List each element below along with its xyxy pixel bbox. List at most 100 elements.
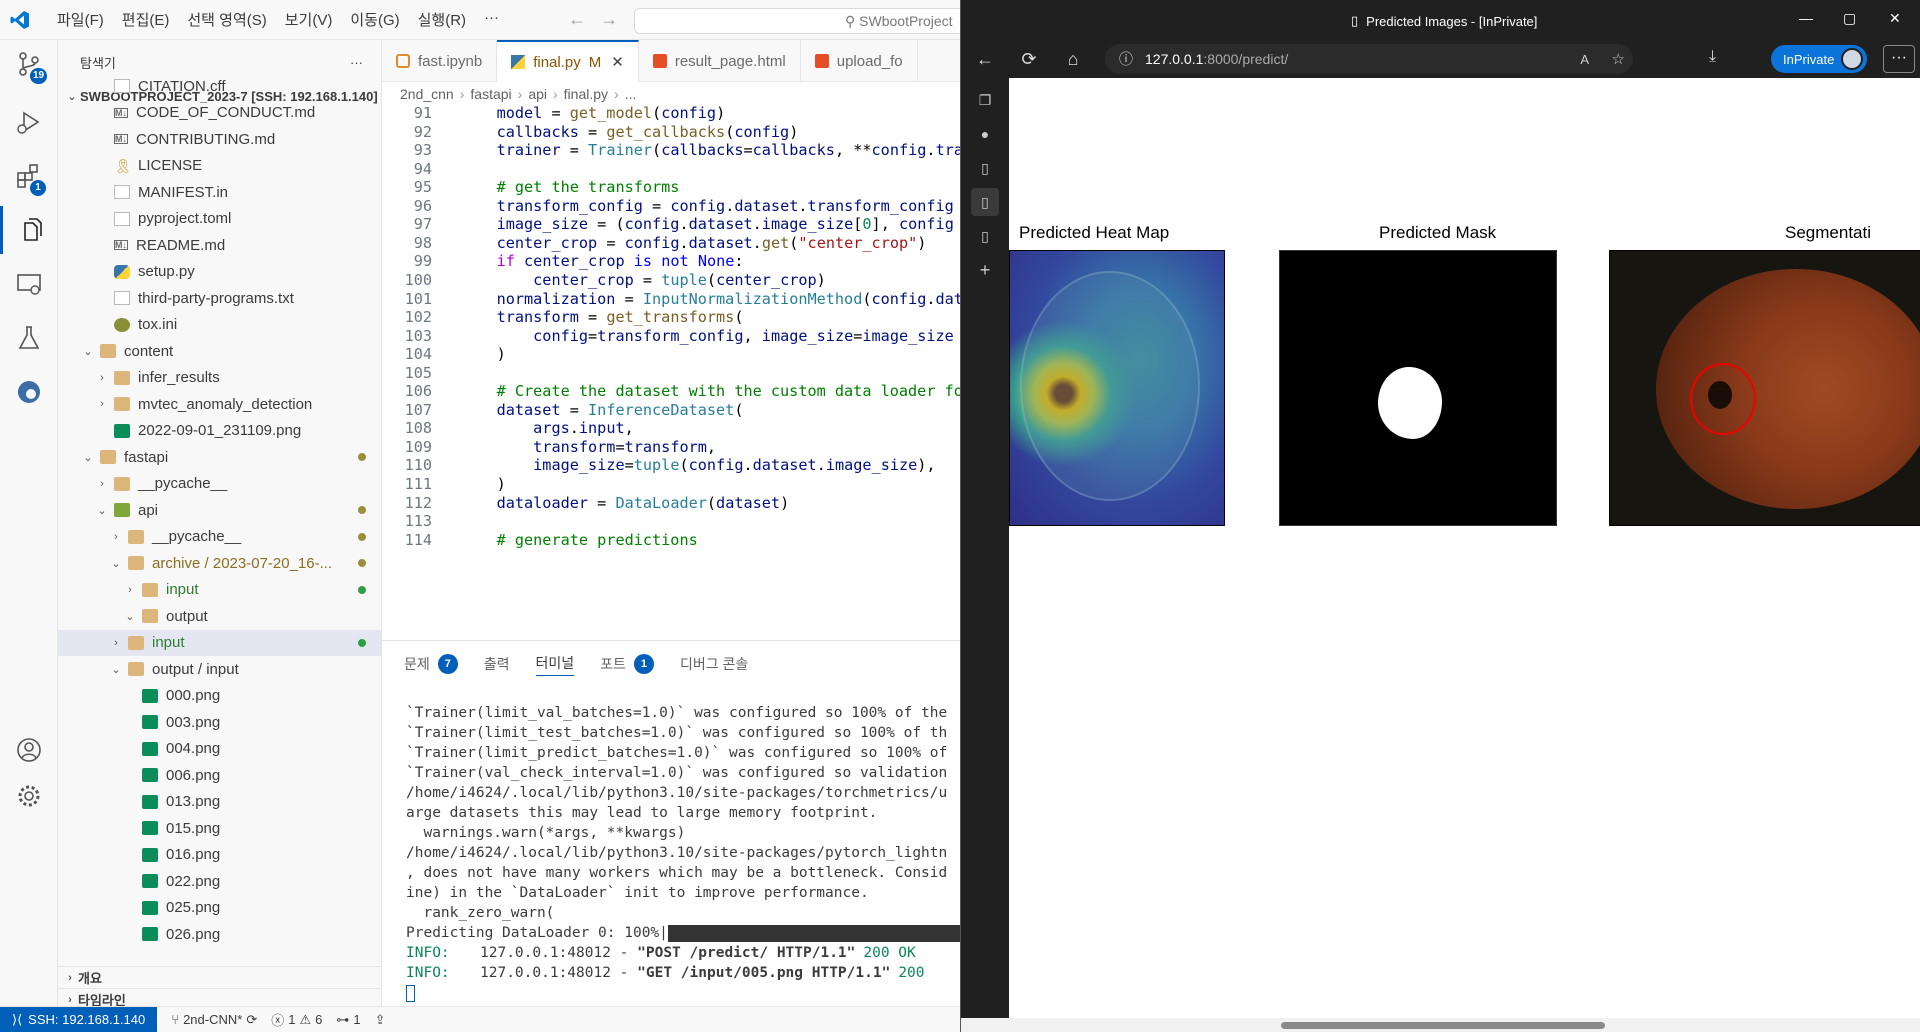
tree-item[interactable]: 026.png bbox=[58, 921, 381, 948]
inprivate-button[interactable]: InPrivate bbox=[1771, 45, 1867, 73]
command-center-search[interactable]: ⚲ SWbootProject bbox=[634, 8, 960, 34]
tree-item[interactable]: › infer_results bbox=[58, 365, 381, 392]
tree-item[interactable]: 025.png bbox=[58, 895, 381, 922]
terminal-output[interactable]: `Trainer(limit_val_batches=1.0)` was con… bbox=[406, 703, 960, 1003]
tree-item[interactable]: › input bbox=[58, 629, 381, 656]
tree-item[interactable]: pyproject.toml bbox=[58, 206, 381, 233]
read-aloud-icon[interactable]: A bbox=[1580, 52, 1589, 67]
tree-item[interactable]: › input bbox=[58, 577, 381, 604]
browser-menu-button[interactable]: ··· bbox=[1883, 45, 1915, 73]
favorite-star-icon[interactable]: ☆ bbox=[1612, 50, 1625, 68]
ports-indicator[interactable]: ⊶ 1 bbox=[336, 1012, 360, 1028]
remote-explorer-icon[interactable] bbox=[0, 260, 58, 308]
tree-item[interactable]: ⌄ fastapi bbox=[58, 444, 381, 471]
tree-item[interactable]: MANIFEST.in bbox=[58, 179, 381, 206]
back-icon[interactable]: ← bbox=[963, 49, 1007, 70]
chevron-down-icon: ⌄ bbox=[97, 504, 107, 517]
forward-arrow-icon[interactable]: → bbox=[600, 9, 618, 30]
live-share-icon[interactable]: ⇪ bbox=[375, 1012, 386, 1028]
testing-flask-icon[interactable] bbox=[0, 314, 58, 362]
close-icon[interactable]: ✕ bbox=[1889, 10, 1901, 27]
problems-indicator[interactable]: ⓧ 1 ⚠ 6 bbox=[271, 1010, 322, 1029]
menu-item[interactable]: 편집(E) bbox=[113, 9, 179, 30]
horizontal-scrollbar[interactable] bbox=[961, 1018, 1920, 1032]
tab-upload-fo[interactable]: upload_fo bbox=[801, 40, 918, 82]
panel-tab[interactable]: 문제 7 bbox=[404, 654, 458, 674]
source-control-icon[interactable]: 19 bbox=[0, 40, 58, 88]
tree-item[interactable]: 006.png bbox=[58, 762, 381, 789]
tree-item[interactable]: ⌄ content bbox=[58, 338, 381, 365]
menu-item[interactable]: ··· bbox=[475, 9, 508, 30]
close-tab-icon[interactable]: ✕ bbox=[611, 53, 624, 71]
outline-section[interactable]: › 개요 bbox=[58, 966, 381, 988]
tree-item[interactable]: M↓ README.md bbox=[58, 232, 381, 259]
code-text: # get the transforms bbox=[496, 178, 680, 197]
menu-item[interactable]: 실행(R) bbox=[409, 9, 475, 30]
account-icon[interactable] bbox=[0, 726, 58, 774]
tree-item[interactable]: 000.png bbox=[58, 683, 381, 710]
tree-item[interactable]: ⌄ output / input bbox=[58, 656, 381, 683]
menu-item[interactable]: 이동(G) bbox=[341, 9, 408, 30]
terminal-prompt[interactable] bbox=[406, 983, 960, 1003]
tree-item[interactable]: 015.png bbox=[58, 815, 381, 842]
download-icon[interactable]: ⤓ bbox=[1709, 48, 1716, 66]
tab-page-icon[interactable]: ▯ bbox=[971, 154, 999, 182]
tab-fast-ipynb[interactable]: fast.ipynb bbox=[382, 40, 498, 82]
back-arrow-icon[interactable]: ← bbox=[568, 9, 586, 30]
tab-icon[interactable]: ● bbox=[971, 120, 999, 148]
branch-indicator[interactable]: ⑂ 2nd-CNN* ⟳ bbox=[171, 1012, 257, 1028]
maximize-icon[interactable]: ▢ bbox=[1843, 10, 1856, 27]
menu-item[interactable]: 파일(F) bbox=[48, 9, 113, 30]
tab-result-page-html[interactable]: result_page.html bbox=[639, 40, 801, 82]
menu-item[interactable]: 선택 영역(S) bbox=[178, 9, 275, 30]
tree-item[interactable]: CITATION.cff bbox=[58, 73, 381, 100]
tree-item[interactable]: 004.png bbox=[58, 736, 381, 763]
tree-item[interactable]: ⌄ archive / 2023-07-20_16-... bbox=[58, 550, 381, 577]
explorer-more-button[interactable]: ··· bbox=[350, 55, 363, 70]
extensions-icon[interactable]: 1 bbox=[0, 152, 58, 200]
breadcrumb-item[interactable]: api bbox=[528, 86, 547, 102]
tree-item[interactable]: third-party-programs.txt bbox=[58, 285, 381, 312]
tree-item[interactable]: 013.png bbox=[58, 789, 381, 816]
code-view[interactable]: 91 model = get_model(config) 92 callbacks… bbox=[382, 104, 960, 640]
menu-item[interactable]: 보기(V) bbox=[276, 9, 342, 30]
tab-actions-icon[interactable]: ❐ bbox=[971, 86, 999, 114]
tab-final-py[interactable]: final.py M ✕ bbox=[497, 40, 639, 82]
tree-item[interactable]: › mvtec_anomaly_detection bbox=[58, 391, 381, 418]
tree-item[interactable]: ⌄ output bbox=[58, 603, 381, 630]
panel-tab[interactable]: 터미널 bbox=[535, 653, 575, 676]
timeline-section[interactable]: › 타임라인 bbox=[58, 988, 381, 1006]
minimize-icon[interactable]: — bbox=[1799, 10, 1813, 26]
breadcrumb-item[interactable]: fastapi bbox=[470, 86, 511, 102]
settings-gear-icon[interactable] bbox=[0, 772, 58, 820]
panel-tab[interactable]: 출력 bbox=[484, 654, 510, 674]
tree-item[interactable]: › __pycache__ bbox=[58, 471, 381, 498]
address-bar[interactable]: ⓘ 127.0.0.1:8000/predict/ ☆ A bbox=[1105, 44, 1633, 74]
new-tab-icon[interactable]: + bbox=[971, 256, 999, 284]
tree-item[interactable]: M↓ CONTRIBUTING.md bbox=[58, 126, 381, 153]
home-icon[interactable]: ⌂ bbox=[1051, 49, 1095, 70]
tree-item[interactable]: tox.ini bbox=[58, 312, 381, 339]
breadcrumb-item[interactable]: ... bbox=[625, 86, 637, 102]
panel-tab[interactable]: 포트 1 bbox=[600, 654, 654, 674]
tree-item[interactable]: 022.png bbox=[58, 868, 381, 895]
tree-item[interactable]: 🎗 LICENSE bbox=[58, 153, 381, 180]
tree-item[interactable]: setup.py bbox=[58, 259, 381, 286]
tree-item[interactable]: › __pycache__ bbox=[58, 524, 381, 551]
tree-item[interactable]: ⌄ api bbox=[58, 497, 381, 524]
tree-item[interactable]: 016.png bbox=[58, 842, 381, 869]
tab-page-active-icon[interactable]: ▯ bbox=[971, 188, 999, 216]
tree-item[interactable]: 2022-09-01_231109.png bbox=[58, 418, 381, 445]
tree-item[interactable]: M↓ CODE_OF_CONDUCT.md bbox=[58, 100, 381, 127]
panel-tab[interactable]: 디버그 콘솔 bbox=[680, 654, 748, 674]
explorer-icon[interactable] bbox=[0, 206, 58, 254]
breadcrumb-item[interactable]: 2nd_cnn bbox=[400, 86, 454, 102]
run-debug-icon[interactable] bbox=[0, 98, 58, 146]
tree-item[interactable]: 003.png bbox=[58, 709, 381, 736]
scroll-thumb[interactable] bbox=[1281, 1022, 1605, 1029]
edge-devtools-icon[interactable] bbox=[0, 368, 58, 416]
tab-page-icon-2[interactable]: ▯ bbox=[971, 222, 999, 250]
breadcrumb-item[interactable]: final.py bbox=[564, 86, 608, 102]
remote-indicator[interactable]: ⟩⟨ SSH: 192.168.1.140 bbox=[0, 1006, 158, 1032]
refresh-icon[interactable]: ⟳ bbox=[1007, 49, 1051, 70]
